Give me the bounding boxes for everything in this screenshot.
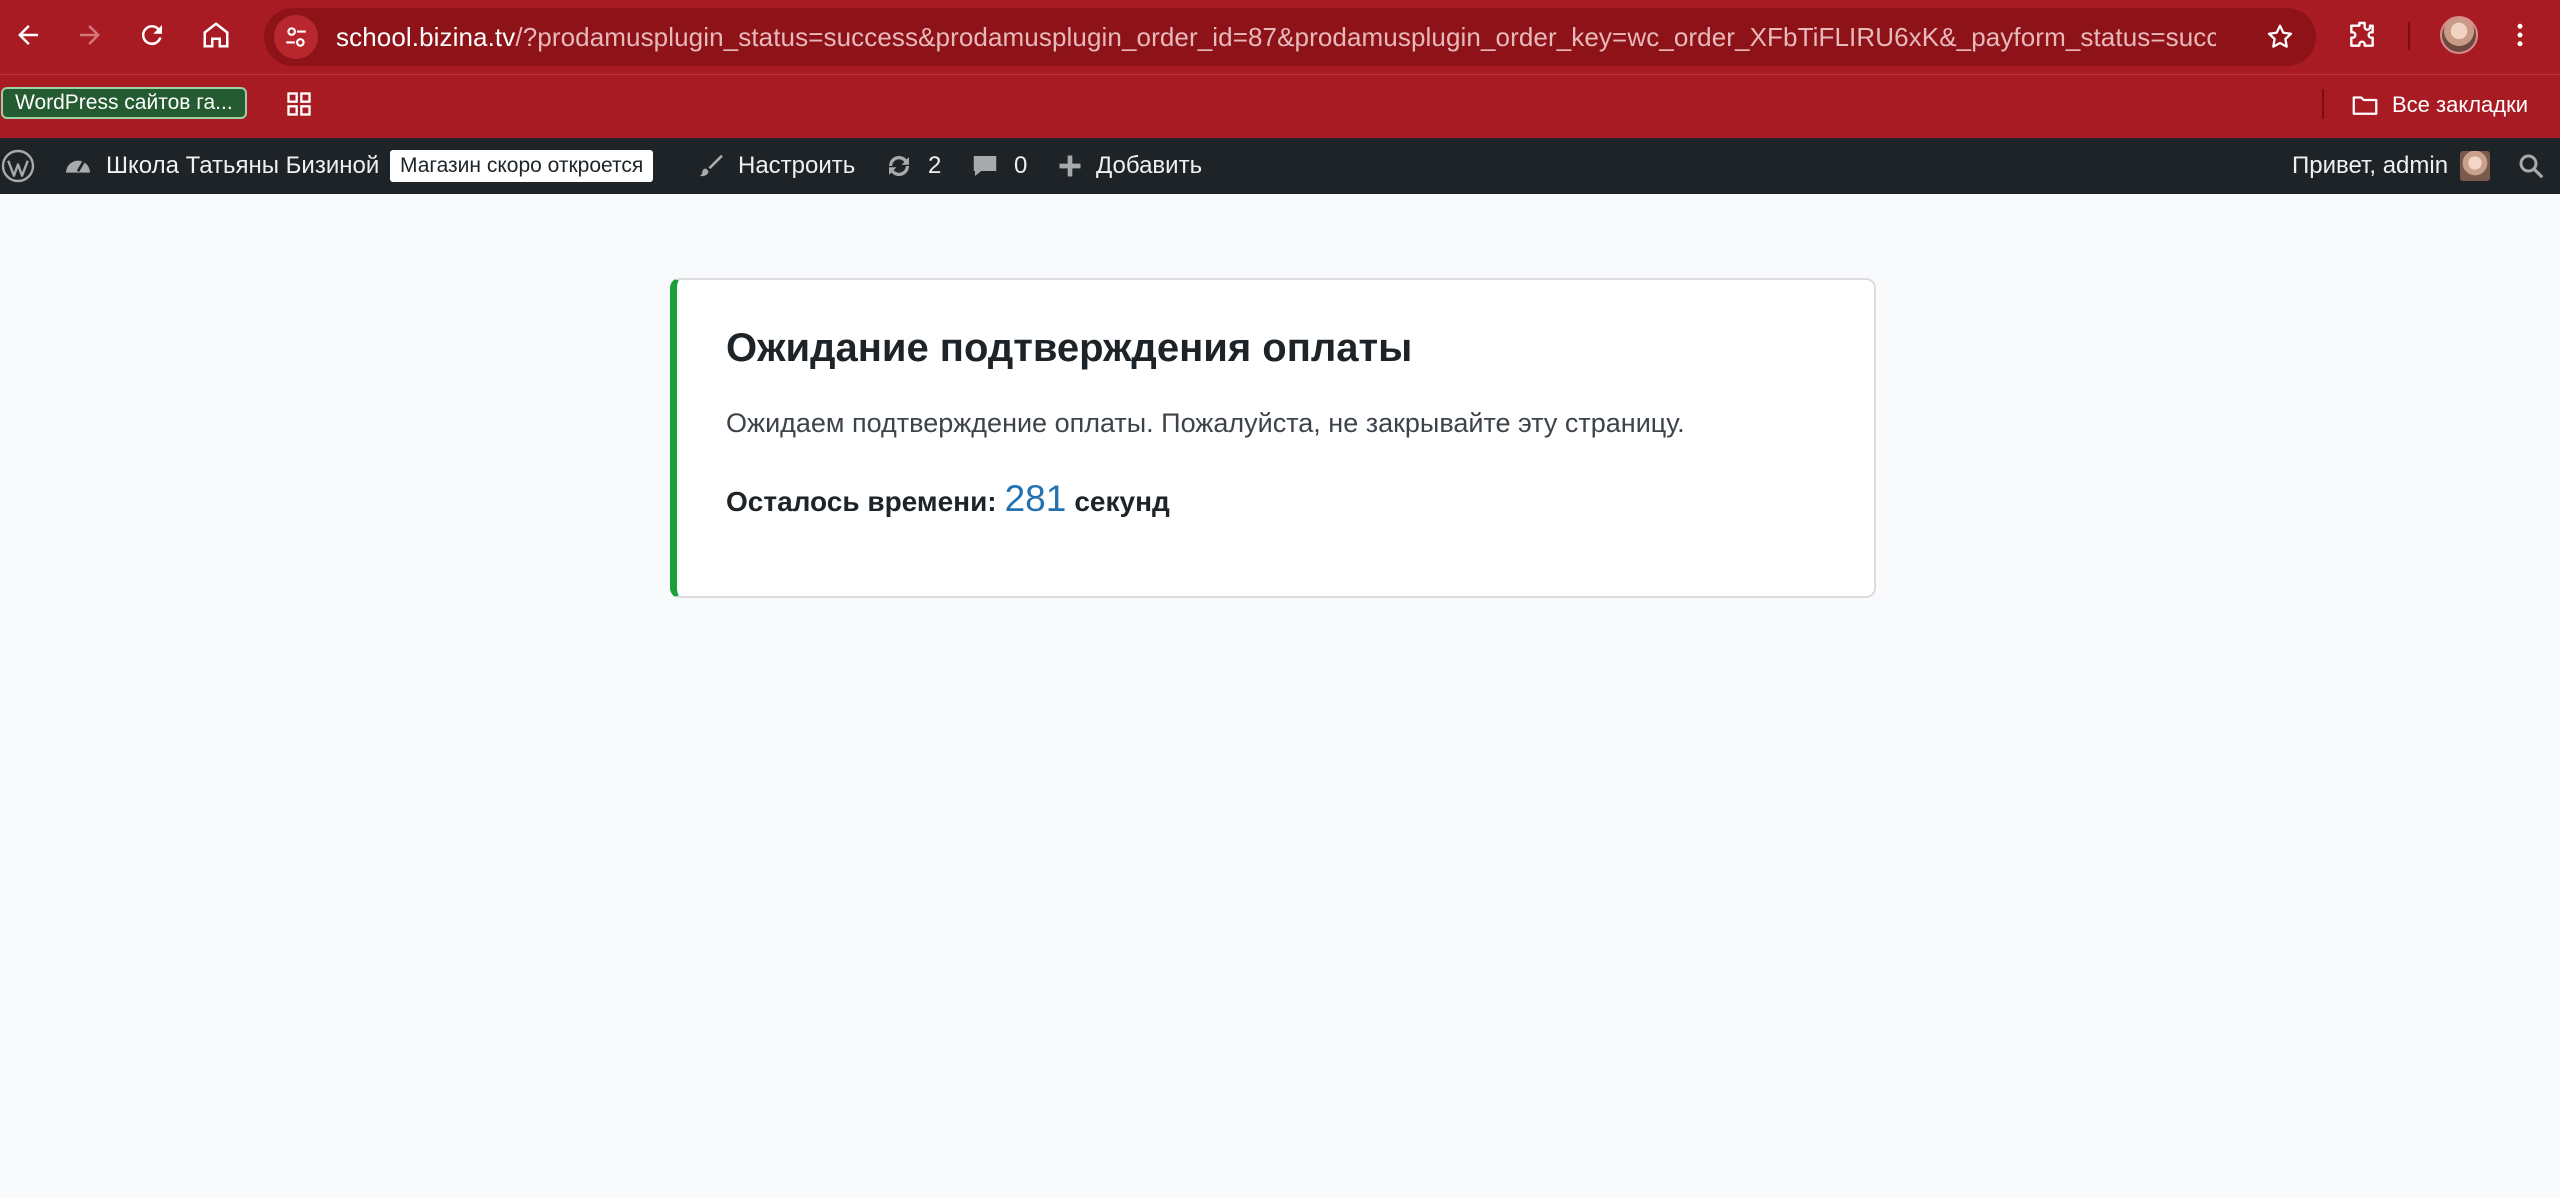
reload-icon	[141, 25, 162, 46]
puzzle-icon	[2350, 21, 2374, 47]
notice-title: Ожидание подтверждения оплаты	[726, 326, 1413, 370]
site-info-button[interactable]	[274, 15, 318, 59]
timer-value: 281	[1004, 478, 1067, 519]
all-bookmarks-label: Все закладки	[2392, 92, 2529, 117]
comment-bubble-icon	[973, 156, 997, 176]
add-new-link[interactable]: Добавить	[1056, 138, 1202, 194]
my-account-menu[interactable]: Привет, admin	[2292, 138, 2491, 194]
all-bookmarks-button[interactable]: Все закладки	[2350, 85, 2528, 125]
timer-unit: секунд	[1074, 486, 1170, 517]
arrow-right-icon	[80, 25, 100, 45]
toolbar-divider	[2408, 22, 2410, 50]
site-name: Школа Татьяны Бизиной	[106, 152, 380, 179]
profile-avatar[interactable]	[2440, 16, 2478, 54]
browser-menu-button[interactable]	[2498, 13, 2542, 57]
updates-count: 2	[928, 152, 942, 179]
url-host: school.bizina.tv	[336, 21, 516, 52]
plus-icon	[1059, 155, 1081, 177]
updates-icon	[889, 155, 909, 177]
tune-icon	[286, 27, 306, 47]
paintbrush-icon	[699, 154, 723, 177]
reload-button[interactable]	[130, 13, 174, 57]
admin-avatar	[2460, 151, 2491, 181]
payment-pending-notice: Ожидание подтверждения оплаты Ожидаем по…	[670, 278, 1876, 598]
bookmarks-divider	[2322, 89, 2324, 119]
bookmark-wordpress[interactable]: WordPress сайтов га...	[1, 87, 247, 119]
wp-logo-button[interactable]	[0, 138, 36, 194]
back-button[interactable]	[6, 13, 50, 57]
timer-label: Осталось времени:	[726, 486, 997, 517]
bookmarks-bar: WordPress сайтов га... Все закладки	[0, 74, 2560, 138]
dashboard-gauge-icon	[66, 160, 90, 173]
extensions-button[interactable]	[2340, 13, 2384, 57]
site-name-link[interactable]: Школа Татьяны Бизиной	[62, 138, 379, 194]
folder-icon	[2352, 96, 2378, 115]
countdown-timer: Осталось времени: 281 секунд	[726, 478, 1170, 520]
updates-link[interactable]: 2	[884, 138, 941, 194]
notice-message: Ожидаем подтверждение оплаты. Пожалуйста…	[726, 408, 1685, 438]
add-new-label: Добавить	[1096, 152, 1203, 179]
comments-link[interactable]: 0	[970, 138, 1027, 194]
apps-grid-icon	[287, 92, 311, 116]
star-icon	[2267, 24, 2293, 48]
url-text: school.bizina.tv/?prodamusplugin_status=…	[336, 22, 2216, 53]
address-bar[interactable]: school.bizina.tv/?prodamusplugin_status=…	[264, 8, 2316, 66]
wordpress-logo-icon	[1, 149, 35, 183]
more-vertical-icon	[2517, 23, 2523, 47]
forward-button[interactable]	[68, 13, 112, 57]
greeting-text: Привет, admin	[2292, 152, 2449, 179]
url-path: /?prodamusplugin_status=success&prodamus…	[515, 21, 2216, 52]
store-status-badge[interactable]: Магазин скоро откроется	[390, 150, 654, 182]
customize-label: Настроить	[738, 152, 856, 179]
home-icon	[203, 22, 229, 48]
search-icon	[2519, 154, 2544, 179]
wp-admin-bar: Школа Татьяны Бизиной Магазин скоро откр…	[0, 138, 2560, 194]
comments-count: 0	[1014, 152, 1028, 179]
home-button[interactable]	[194, 13, 238, 57]
search-button[interactable]	[2516, 138, 2546, 194]
arrow-left-icon	[18, 25, 38, 45]
customize-link[interactable]: Настроить	[696, 138, 855, 194]
browser-toolbar: school.bizina.tv/?prodamusplugin_status=…	[0, 0, 2560, 74]
apps-button[interactable]	[282, 87, 316, 121]
bookmark-star-button[interactable]	[2258, 15, 2302, 59]
